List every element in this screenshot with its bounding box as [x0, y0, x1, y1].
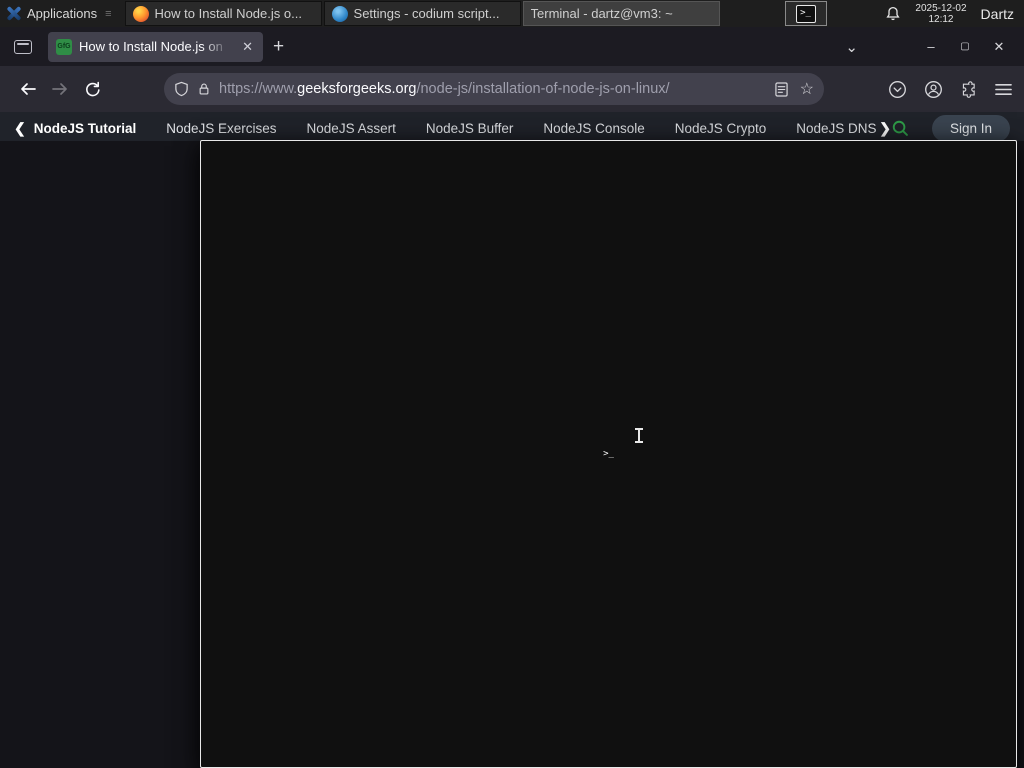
firefox-view-button[interactable] [8, 34, 38, 60]
panel-status-area: 2025-12-02 12:12 Dartz [885, 3, 1024, 25]
browser-close-button[interactable]: ✕ [982, 39, 1016, 55]
taskbar-button-label: Settings - codium script... [353, 6, 500, 21]
taskbar-button[interactable]: How to Install Node.js o... [124, 1, 322, 26]
taskbar-button[interactable]: Settings - codium script... [323, 1, 521, 26]
terminal-tray-icon: >_ [795, 4, 816, 23]
top-panel: Applications ≡ How to Install Node.js o.… [0, 0, 1024, 768]
desktop: Applications ≡ How to Install Node.js o.… [0, 0, 1024, 768]
site-nav-link[interactable]: NodeJS Exercises [166, 121, 276, 136]
panel-username[interactable]: Dartz [981, 6, 1014, 22]
browser-maximize-button[interactable]: ▢ [948, 41, 982, 52]
reload-button[interactable] [76, 73, 108, 105]
bookmark-star-icon[interactable]: ☆ [800, 79, 814, 99]
distro-logo-icon [6, 6, 21, 21]
nav-scroll-left-icon[interactable]: ❮ [14, 120, 26, 137]
browser-tab-bar: GfG How to Install Node.js on ✕ + ⌄ – ▢ … [0, 27, 1024, 66]
account-icon[interactable] [924, 80, 943, 99]
site-nav-right: Sign In [891, 115, 1010, 142]
list-all-tabs-icon[interactable]: ⌄ [845, 38, 858, 56]
site-nav-links: NodeJS Tutorial NodeJS Exercises NodeJS As… [34, 121, 904, 136]
codium-icon [331, 5, 348, 22]
forward-arrow-icon [52, 83, 67, 95]
applications-label: Applications [27, 6, 98, 21]
url-text[interactable]: https://www.geeksforgeeks.org/node-js/in… [219, 81, 767, 97]
geeksforgeeks-favicon: GfG [56, 38, 72, 55]
notification-bell-icon[interactable] [885, 6, 901, 22]
extensions-puzzle-icon[interactable] [960, 80, 978, 98]
site-nav-link[interactable]: NodeJS Tutorial [34, 121, 137, 136]
firefox-view-icon [14, 39, 32, 54]
taskbar-button-label: Terminal - dartz@vm3: ~ [530, 6, 673, 21]
menu-grip-icon: ≡ [105, 7, 112, 20]
urlbar-page-actions: ☆ [774, 79, 814, 99]
sign-in-button[interactable]: Sign In [931, 115, 1010, 142]
url-path: /node-js/installation-of-node-js-on-linu… [416, 81, 670, 97]
nav-scroll-right-icon[interactable]: ❯ [879, 120, 891, 137]
taskbar-button-label: How to Install Node.js o... [154, 6, 302, 21]
toolbar-right-icons [870, 80, 1012, 99]
tracking-shield-icon[interactable] [174, 81, 189, 97]
clock-time: 12:12 [928, 13, 954, 25]
new-tab-button[interactable]: + [263, 36, 294, 58]
url-bar[interactable]: https://www.geeksforgeeks.org/node-js/in… [164, 73, 824, 105]
url-protocol: https://www. [219, 81, 298, 97]
mouse-cursor [634, 427, 644, 445]
tray-terminal-item[interactable]: >_ [784, 1, 827, 26]
back-button[interactable] [12, 73, 44, 105]
site-nav-link[interactable]: NodeJS Console [543, 121, 644, 136]
site-nav-link[interactable]: NodeJS Buffer [426, 121, 514, 136]
browser-minimize-button[interactable]: – [914, 39, 948, 54]
search-icon[interactable] [891, 119, 910, 138]
taskbar-button[interactable]: >_ Terminal - dartz@vm3: ~ [200, 1, 1017, 768]
forward-button[interactable] [44, 73, 76, 105]
tabbar-right-controls: ⌄ – ▢ ✕ [845, 38, 1016, 56]
tab-close-icon[interactable]: ✕ [240, 39, 255, 55]
tab-title: How to Install Node.js on [79, 39, 223, 54]
site-nav-link[interactable]: NodeJS DNS [796, 121, 876, 136]
back-arrow-icon [21, 83, 36, 95]
browser-tab-active[interactable]: GfG How to Install Node.js on ✕ [48, 31, 263, 62]
hamburger-menu-icon[interactable] [995, 82, 1012, 97]
clock-date: 2025-12-02 [915, 2, 967, 14]
url-domain: geeksforgeeks.org [297, 81, 417, 97]
panel-clock[interactable]: 2025-12-02 12:12 [915, 3, 966, 25]
browser-toolbar: https://www.geeksforgeeks.org/node-js/in… [0, 66, 1024, 112]
applications-menu-button[interactable]: Applications ≡ [0, 0, 120, 27]
reload-icon [85, 81, 100, 96]
site-nav-link[interactable]: NodeJS Crypto [675, 121, 767, 136]
site-nav-link[interactable]: NodeJS Assert [307, 121, 396, 136]
lock-icon[interactable] [197, 81, 211, 97]
firefox-icon [132, 5, 149, 22]
pocket-save-icon[interactable] [888, 80, 907, 99]
window-taskbar: How to Install Node.js o... Settings - co… [124, 0, 1017, 768]
reader-mode-icon[interactable] [774, 81, 788, 97]
